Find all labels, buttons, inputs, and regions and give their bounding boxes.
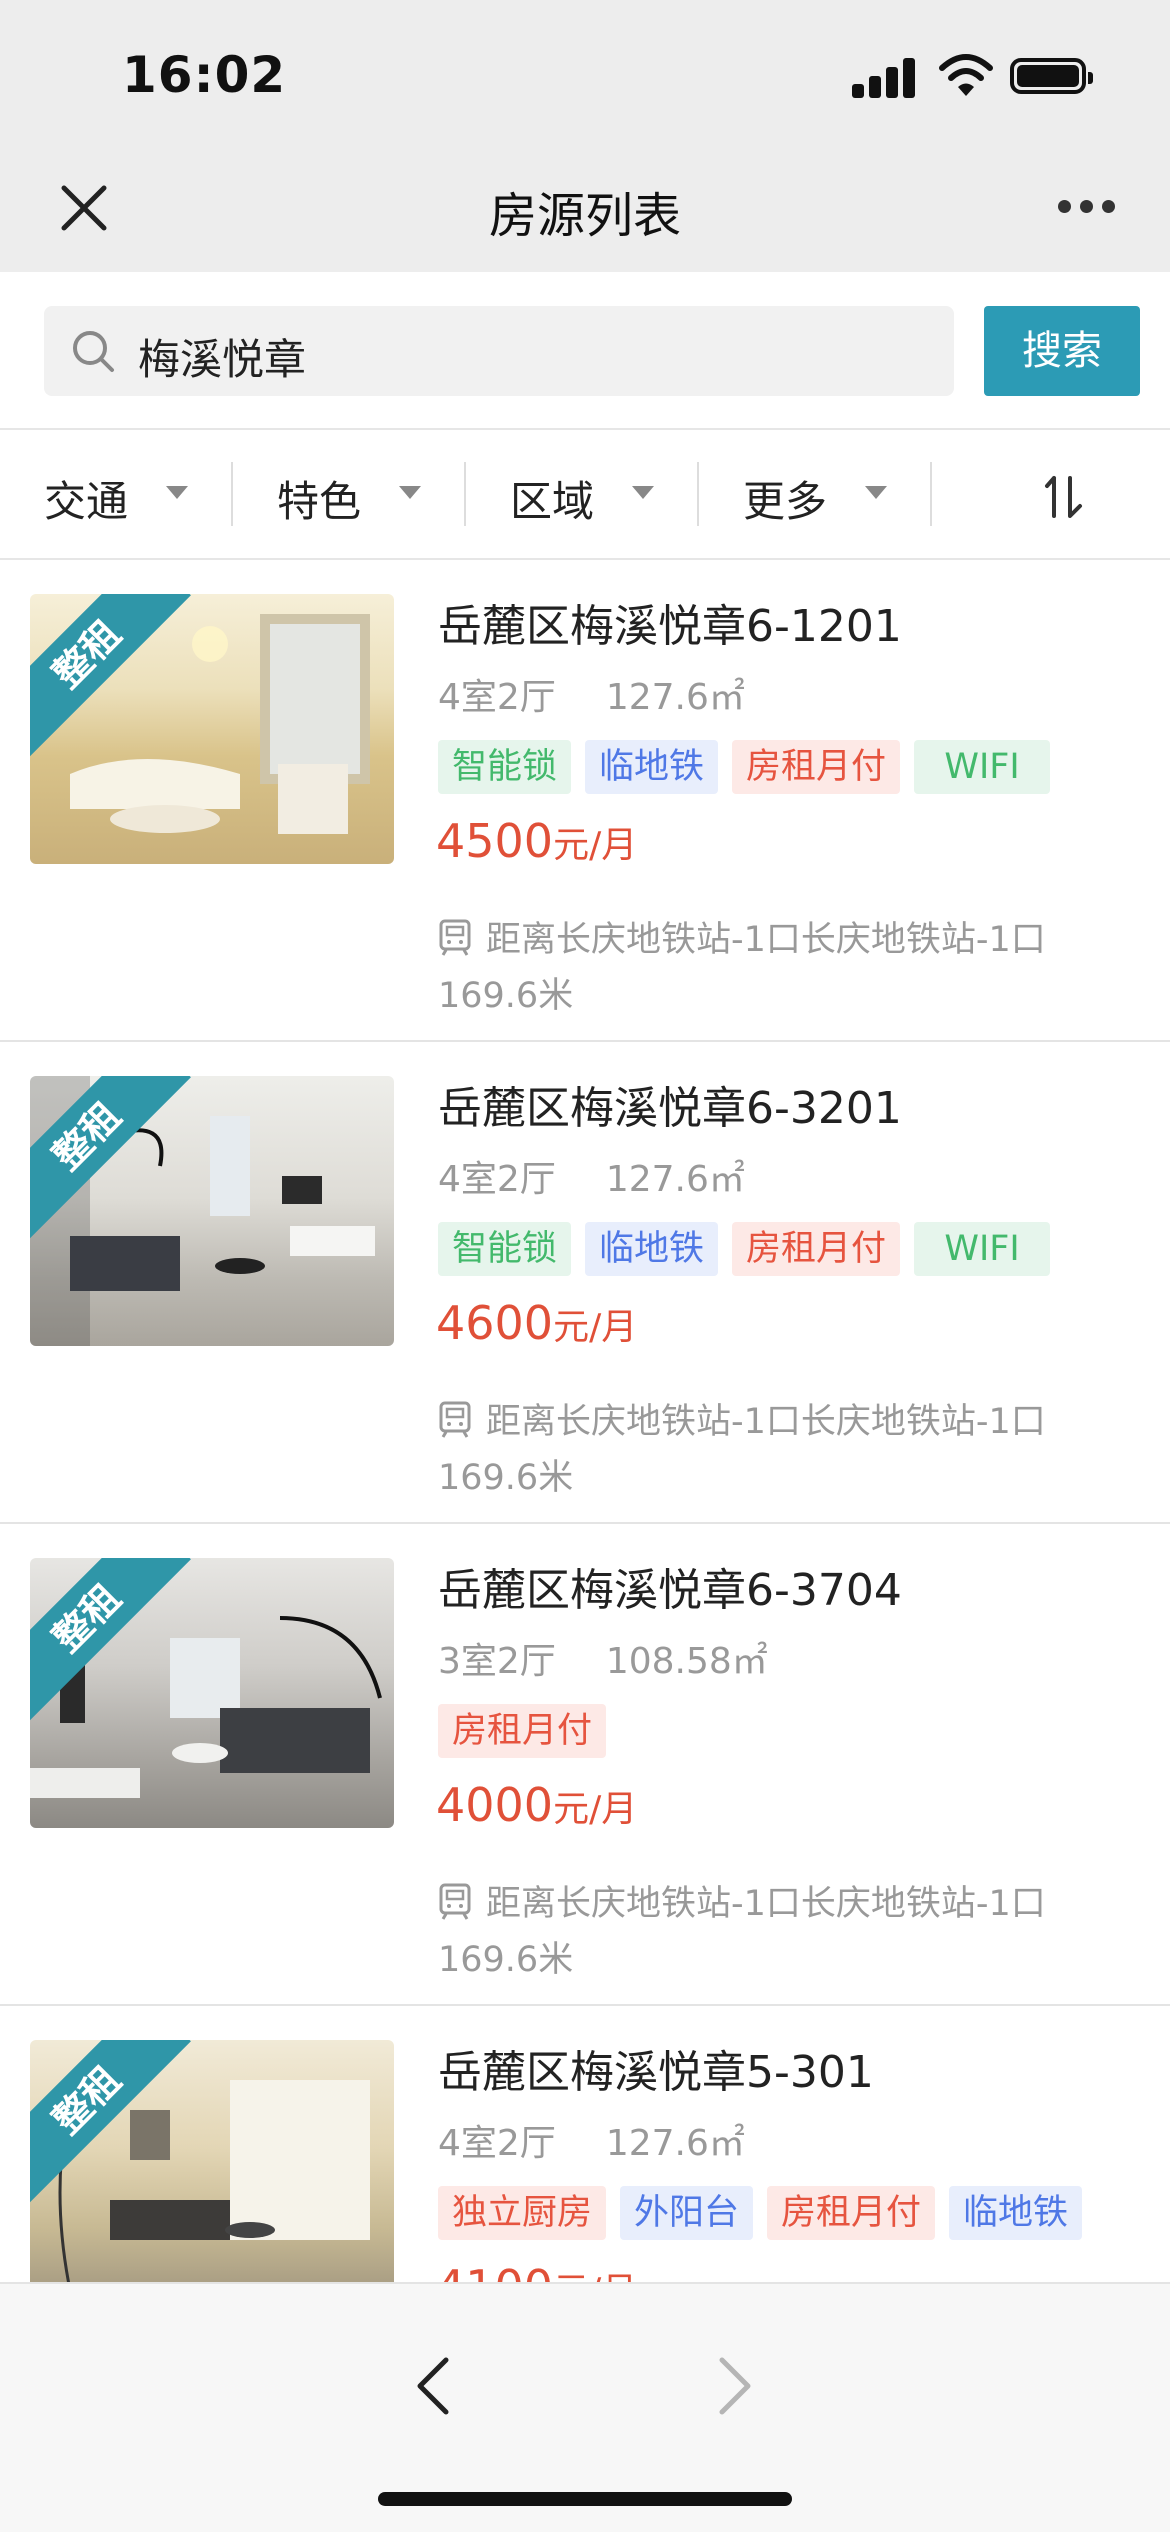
filter-label: 区域 xyxy=(510,477,595,526)
listing-meta: 4室2厅 127.6㎡ xyxy=(438,668,745,720)
listing-photo: 整租 xyxy=(30,2040,394,2282)
price-unit: 元/月 xyxy=(553,2271,637,2282)
filter-transport[interactable]: 交通 xyxy=(0,430,233,558)
filter-label: 交通 xyxy=(44,477,129,526)
search-button[interactable]: 搜索 xyxy=(984,306,1140,396)
search-bar: 梅溪悦章 搜索 xyxy=(0,272,1170,430)
tag: 房租月付 xyxy=(438,1704,607,1758)
distance-text: 距离长庆地铁站-1口长庆地铁站-1口169.6米 xyxy=(438,1402,1046,1498)
metro-icon xyxy=(439,1401,471,1438)
listing-photo: 整租 xyxy=(30,594,394,864)
listing-price: 4600元/月 xyxy=(436,1296,637,1350)
price-value: 4100 xyxy=(436,2260,553,2282)
listing-tags: 房租月付 xyxy=(438,1704,620,1760)
dropdown-arrow-icon xyxy=(632,486,654,499)
price-unit: 元/月 xyxy=(553,1307,638,1348)
listing-rooms: 3室2厅 xyxy=(438,1641,556,1682)
price-value: 4000 xyxy=(436,1778,554,1832)
metro-icon xyxy=(439,1883,471,1920)
sort-icon[interactable] xyxy=(1040,470,1094,524)
dropdown-arrow-icon xyxy=(865,486,887,499)
listing-meta: 4室2厅 127.6㎡ xyxy=(438,2114,745,2166)
tag: WIFI xyxy=(914,1222,1051,1276)
more-options-icon[interactable] xyxy=(1058,200,1115,216)
tag: 房租月付 xyxy=(732,740,901,794)
search-query: 梅溪悦章 xyxy=(138,335,307,384)
tag: 临地铁 xyxy=(949,2186,1083,2240)
tag: 智能锁 xyxy=(438,1222,572,1276)
price-value: 4500 xyxy=(436,814,554,868)
cellular-signal-icon xyxy=(852,54,916,98)
dropdown-arrow-icon xyxy=(166,486,188,499)
listing-item[interactable]: 整租 岳麓区梅溪悦章5-301 4室2厅 127.6㎡ 独立厨房 外阳台 房租月付 临地… xyxy=(0,2006,1170,2282)
metro-icon xyxy=(439,919,471,956)
forward-arrow-icon[interactable] xyxy=(716,2354,756,2418)
listing-meta: 3室2厅 108.58㎡ xyxy=(438,1632,768,1684)
listing-title: 岳麓区梅溪悦章6-3704 xyxy=(438,1565,902,1616)
back-arrow-icon[interactable] xyxy=(412,2354,452,2418)
tag: 临地铁 xyxy=(585,1222,719,1276)
status-time: 16:02 xyxy=(122,46,287,104)
listing-item[interactable]: 整租 岳麓区梅溪悦章6-3201 4室2厅 127.6㎡ 智能锁 临地铁 房租月付 WI… xyxy=(0,1042,1170,1524)
page-title: 房源列表 xyxy=(488,188,681,244)
filter-label: 特色 xyxy=(277,477,362,526)
listing-price: 4100元/月 xyxy=(436,2260,637,2282)
battery-icon xyxy=(1010,58,1093,94)
home-indicator xyxy=(378,2492,792,2506)
dropdown-arrow-icon xyxy=(399,486,421,499)
filter-bar: 交通 特色 区域 更多 xyxy=(0,430,1170,560)
tag: 智能锁 xyxy=(438,740,572,794)
price-unit: 元/月 xyxy=(553,1789,638,1830)
listing-tags: 智能锁 临地铁 房租月付 WIFI xyxy=(438,740,1064,796)
listing-tags: 独立厨房 外阳台 房租月付 临地铁 xyxy=(438,2186,1096,2242)
price-unit: 元/月 xyxy=(553,825,638,866)
listing-price: 4500元/月 xyxy=(436,814,637,868)
nav-bar: 房源列表 xyxy=(0,140,1170,272)
search-icon xyxy=(73,331,114,372)
listing-photo: 整租 xyxy=(30,1076,394,1346)
filter-more[interactable]: 更多 xyxy=(699,430,932,558)
price-value: 4600 xyxy=(436,1296,554,1350)
distance-text: 距离长庆地铁站-1口长庆地铁站-1口169.6米 xyxy=(438,920,1046,1016)
tag: 临地铁 xyxy=(585,740,719,794)
listing-rooms: 4室2厅 xyxy=(438,1159,556,1200)
listing-title: 岳麓区梅溪悦章6-3201 xyxy=(438,1083,902,1134)
search-input[interactable]: 梅溪悦章 xyxy=(44,306,954,396)
listing-distance: 距离长庆地铁站-1口长庆地铁站-1口169.6米 xyxy=(438,1876,1118,1988)
status-bar: 16:02 xyxy=(0,0,1170,140)
listing-tags: 智能锁 临地铁 房租月付 WIFI xyxy=(438,1222,1064,1278)
tag: 独立厨房 xyxy=(438,2186,607,2240)
tag: 外阳台 xyxy=(620,2186,754,2240)
listing-item[interactable]: 整租 岳麓区梅溪悦章6-3704 3室2厅 108.58㎡ 房租月付 4000元/… xyxy=(0,1524,1170,2006)
listing-area: 127.6㎡ xyxy=(605,2123,745,2164)
tag: WIFI xyxy=(914,740,1051,794)
filter-area[interactable]: 区域 xyxy=(466,430,699,558)
listing-distance: 距离长庆地铁站-1口长庆地铁站-1口169.6米 xyxy=(438,1394,1118,1506)
listing-title: 岳麓区梅溪悦章6-1201 xyxy=(438,601,902,652)
listing-area: 127.6㎡ xyxy=(605,677,745,718)
listing-item[interactable]: 整租 岳麓区梅溪悦章6-1201 4室2厅 127.6㎡ 智能锁 临地铁 房租月付 WI… xyxy=(0,560,1170,1042)
browser-toolbar xyxy=(0,2282,1170,2532)
wifi-icon xyxy=(939,54,993,96)
filter-features[interactable]: 特色 xyxy=(233,430,466,558)
divider xyxy=(930,462,932,526)
listing-price: 4000元/月 xyxy=(436,1778,637,1832)
listing-rooms: 4室2厅 xyxy=(438,2123,556,2164)
listing-photo: 整租 xyxy=(30,1558,394,1828)
listing-rooms: 4室2厅 xyxy=(438,677,556,718)
distance-text: 距离长庆地铁站-1口长庆地铁站-1口169.6米 xyxy=(438,1884,1046,1980)
tag: 房租月付 xyxy=(767,2186,936,2240)
tag: 房租月付 xyxy=(732,1222,901,1276)
listing-area: 127.6㎡ xyxy=(605,1159,745,1200)
listing-distance: 距离长庆地铁站-1口长庆地铁站-1口169.6米 xyxy=(438,912,1118,1024)
listing-meta: 4室2厅 127.6㎡ xyxy=(438,1150,745,1202)
filter-label: 更多 xyxy=(743,477,828,526)
listing-area: 108.58㎡ xyxy=(605,1641,768,1682)
listing-title: 岳麓区梅溪悦章5-301 xyxy=(438,2047,874,2098)
